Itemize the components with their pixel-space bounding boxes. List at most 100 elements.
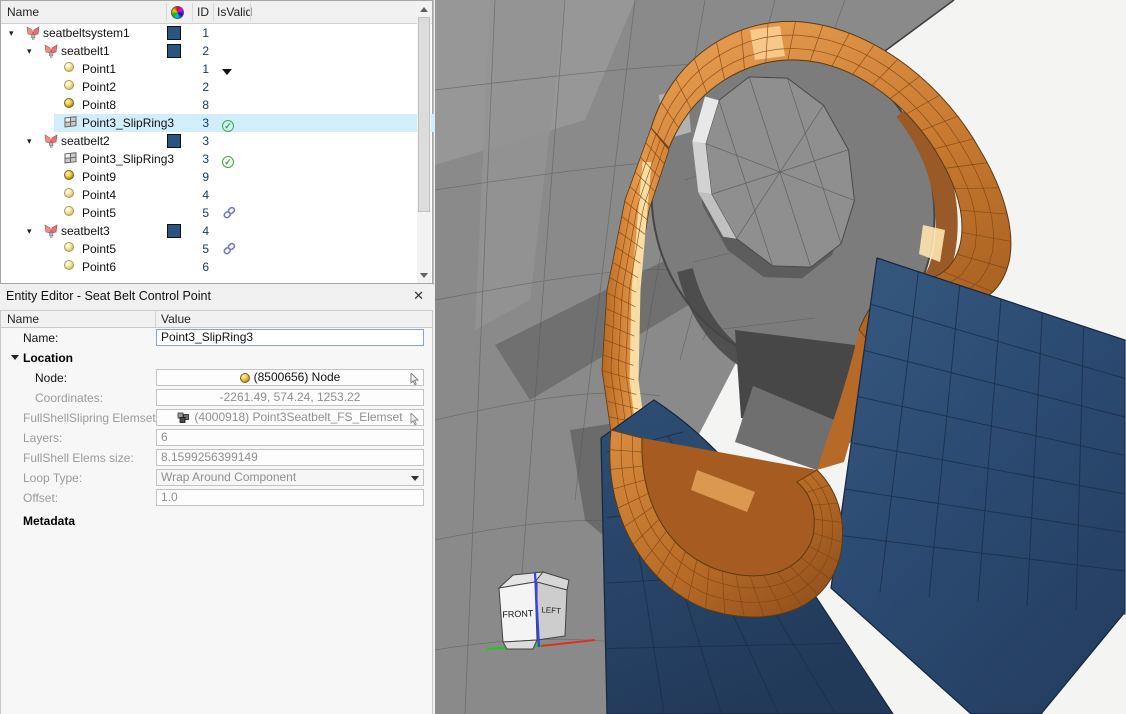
slipring-icon — [64, 152, 78, 165]
tree-row[interactable]: Point3_SlipRing33✓ — [1, 114, 417, 132]
entity-editor-title: Entity Editor - Seat Belt Control Point — [6, 289, 211, 303]
location-section-label: Location — [23, 351, 73, 365]
tree-row[interactable]: Point8 8 — [1, 96, 417, 114]
validity-dropdown-icon[interactable] — [222, 69, 232, 75]
point-icon — [64, 62, 74, 72]
cube-front-label: FRONT — [502, 608, 534, 620]
tree-expander-icon[interactable]: ▾ — [27, 42, 32, 60]
node-field-label: Node: — [35, 371, 67, 385]
tree-item-label[interactable]: seatbeltsystem1 — [43, 24, 130, 42]
tree-item-label[interactable]: Point5 — [82, 204, 116, 222]
scroll-up-button[interactable] — [417, 2, 431, 17]
name-input[interactable]: Point3_SlipRing3 — [156, 329, 424, 346]
tree-item-id: 5 — [161, 240, 209, 258]
column-separator — [213, 3, 214, 21]
left-panel: Name ID IsValid ▾ seatbeltsystem1 1 ▾ seatbe… — [0, 0, 434, 714]
application-window: { "tree": { "header": { "name": "Name", … — [0, 0, 1126, 714]
looptype-dropdown[interactable]: Wrap Around Component — [156, 469, 424, 486]
tree-item-id: 8 — [161, 96, 209, 114]
tree-row[interactable]: Point2 2 — [1, 78, 417, 96]
point-icon — [64, 242, 74, 252]
offset-value: 1.0 — [156, 489, 424, 506]
scrollbar-thumb[interactable] — [418, 17, 430, 212]
elemsize-value: 8.1599256399149 — [156, 449, 424, 466]
collapse-arrow-icon[interactable] — [11, 355, 19, 360]
tree-row[interactable]: ▾seatbelt23 — [1, 132, 417, 150]
tree-item-label[interactable]: seatbelt2 — [61, 132, 110, 150]
tree-item-label[interactable]: Point5 — [82, 240, 116, 258]
seatbelt-icon — [44, 134, 59, 148]
tree-column-id[interactable]: ID — [169, 5, 209, 19]
tree-column-isvalid[interactable]: IsValid — [217, 5, 252, 19]
layers-value: 6 — [156, 429, 424, 446]
node-sphere-icon — [240, 373, 250, 383]
coordinates-field-label: Coordinates: — [35, 391, 103, 405]
tree-expander-icon[interactable]: ▾ — [27, 132, 32, 150]
tree-row[interactable]: ▾ seatbelt3 4 — [1, 222, 417, 240]
elemsize-field-label: FullShell Elems size: — [23, 451, 134, 465]
tree-expander-icon[interactable]: ▾ — [27, 222, 32, 240]
tree-column-name[interactable]: Name — [7, 5, 39, 19]
tree-item-label[interactable]: seatbelt3 — [61, 222, 110, 240]
column-separator — [192, 3, 193, 21]
tree-item-id: 1 — [161, 24, 209, 42]
point-icon — [64, 98, 74, 108]
tree-row[interactable]: ▾ seatbelt1 2 — [1, 42, 417, 60]
seatbelt-icon — [26, 26, 41, 40]
node-value: (8500656) Node — [254, 370, 341, 385]
link-icon — [222, 242, 237, 256]
tree-row[interactable]: Point99 — [1, 168, 417, 186]
looptype-field-label: Loop Type: — [23, 471, 82, 485]
elemset-picker[interactable]: (4000918) Point3Seatbelt_FS_Elemset — [156, 409, 424, 426]
chevron-down-icon — [411, 476, 419, 481]
tree-item-label[interactable]: Point2 — [82, 78, 116, 96]
tree-item-id: 1 — [161, 60, 209, 78]
tree-row[interactable]: Point4 4 — [1, 186, 417, 204]
entity-editor-titlebar: Entity Editor - Seat Belt Control Point … — [0, 285, 434, 309]
model-view-canvas: FRONT LEFT — [435, 0, 1126, 714]
tree-item-id: 2 — [161, 78, 209, 96]
tree-item-id: 5 — [161, 204, 209, 222]
tree-row[interactable]: Point66 — [1, 258, 417, 276]
tree-row[interactable]: Point3_SlipRing33✓ — [1, 150, 417, 168]
slipring-icon — [64, 116, 78, 129]
offset-field-label: Offset: — [23, 491, 58, 505]
link-icon — [222, 206, 237, 220]
pointer-cursor-icon — [410, 413, 420, 425]
element-set-cubes-icon — [177, 412, 190, 424]
tree-scrollbar[interactable] — [417, 2, 431, 283]
tree-item-id: 4 — [161, 186, 209, 204]
tree-item-label[interactable]: Point8 — [82, 96, 116, 114]
tree-row[interactable]: Point1 1 — [1, 60, 417, 78]
node-picker[interactable]: (8500656) Node — [156, 369, 424, 386]
scroll-down-button[interactable] — [417, 268, 431, 283]
editor-column-header: Name Value — [1, 311, 432, 328]
tree-header: Name ID IsValid — [1, 1, 432, 24]
editor-col-name: Name — [7, 312, 39, 326]
tree-item-label[interactable]: Point6 — [82, 258, 116, 276]
column-separator — [155, 311, 156, 327]
editor-col-value: Value — [161, 312, 191, 326]
tree-item-label[interactable]: seatbelt1 — [61, 42, 110, 60]
field-row-coordinates: Coordinates: -2261.49, 574.24, 1253.22 — [1, 388, 432, 408]
metadata-section-label: Metadata — [23, 514, 75, 528]
tree-item-label[interactable]: Point4 — [82, 186, 116, 204]
3d-viewport[interactable]: FRONT LEFT — [435, 0, 1126, 714]
tree-item-id: 2 — [161, 42, 209, 60]
tree-row[interactable]: Point5 5 — [1, 204, 417, 222]
point-icon — [64, 170, 74, 180]
section-row-metadata[interactable]: Metadata — [1, 508, 432, 532]
field-row-node: Node: (8500656) Node — [1, 368, 432, 388]
section-row-location[interactable]: Location — [1, 348, 432, 368]
tree-expander-icon[interactable]: ▾ — [9, 24, 14, 42]
tree-item-id: 4 — [161, 222, 209, 240]
close-icon[interactable]: ✕ — [413, 288, 424, 304]
field-row-elemsize: FullShell Elems size: 8.1599256399149 — [1, 448, 432, 468]
tree-row[interactable]: Point5 5 — [1, 240, 417, 258]
tree-item-label[interactable]: Point1 — [82, 60, 116, 78]
point-icon — [64, 206, 74, 216]
tree-item-label[interactable]: Point9 — [82, 168, 116, 186]
field-row-looptype: Loop Type: Wrap Around Component — [1, 468, 432, 488]
layers-field-label: Layers: — [23, 431, 62, 445]
tree-row[interactable]: ▾ seatbeltsystem1 1 — [1, 24, 417, 42]
